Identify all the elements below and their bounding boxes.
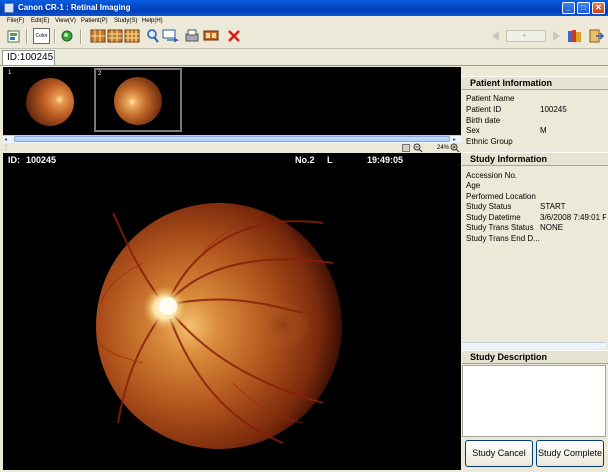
performed-location-label: Performed Location bbox=[466, 192, 536, 201]
layout-grid-1-icon[interactable] bbox=[90, 28, 106, 44]
layout-grid-3-icon[interactable] bbox=[124, 28, 140, 44]
study-cancel-button[interactable]: Study Cancel bbox=[465, 440, 533, 467]
study-datetime-label: Study Datetime bbox=[466, 213, 521, 222]
books-icon[interactable] bbox=[567, 28, 583, 44]
capture-icon[interactable] bbox=[59, 28, 75, 44]
zoom-bar bbox=[3, 143, 461, 153]
tab-divider bbox=[0, 65, 608, 66]
export-icon[interactable] bbox=[203, 28, 219, 44]
patient-id-label: Patient ID bbox=[466, 105, 502, 114]
zoom-level: 24% bbox=[437, 145, 450, 151]
study-trans-status-label: Study Trans Status bbox=[466, 223, 534, 232]
thumbnail-number: 2 bbox=[98, 71, 102, 77]
accession-no-value bbox=[540, 171, 606, 181]
study-complete-button[interactable]: Study Complete bbox=[536, 440, 604, 467]
scroll-left-icon[interactable]: ◂ bbox=[4, 136, 7, 143]
viewer-image-number: No.2 bbox=[295, 155, 315, 165]
ethnic-group-label: Ethnic Group bbox=[466, 137, 513, 146]
study-trans-end-label: Study Trans End D... bbox=[466, 234, 540, 243]
toolbar-separator bbox=[26, 29, 28, 44]
close-window-button[interactable]: ✕ bbox=[592, 2, 605, 14]
age-label: Age bbox=[466, 181, 481, 190]
study-datetime-value: 3/6/2008 7:49:01 P bbox=[540, 213, 606, 222]
viewer-capture-time: 19:49:05 bbox=[367, 155, 404, 165]
viewer-eye-side: L bbox=[327, 155, 333, 165]
window-title: Canon CR-1 : Retinal Imaging bbox=[18, 3, 131, 12]
menu-patient[interactable]: Patient(P) bbox=[81, 16, 108, 27]
image-viewer[interactable] bbox=[3, 153, 461, 470]
exit-icon[interactable] bbox=[588, 28, 605, 44]
thumbnail-scrollbar-thumb[interactable] bbox=[14, 136, 450, 142]
performed-location-value bbox=[540, 192, 606, 202]
patient-name-value bbox=[540, 94, 606, 104]
transfer-icon[interactable] bbox=[162, 28, 180, 44]
sex-value: M bbox=[540, 126, 547, 135]
study-trans-end-value bbox=[540, 234, 606, 244]
scroll-right-icon[interactable]: ▸ bbox=[453, 136, 456, 143]
minimize-button[interactable]: _ bbox=[562, 2, 575, 14]
birth-date-value bbox=[540, 116, 606, 126]
new-study-icon[interactable] bbox=[6, 28, 22, 44]
ethnic-group-value bbox=[540, 137, 606, 147]
navigation-plus: + bbox=[522, 31, 527, 40]
maximize-button[interactable]: □ bbox=[577, 2, 590, 14]
patient-name-label: Patient Name bbox=[466, 94, 515, 103]
accession-no-label: Accession No. bbox=[466, 171, 518, 180]
study-description-heading: Study Description bbox=[462, 350, 608, 364]
tab-patient-id[interactable]: ID:100245 bbox=[2, 50, 55, 66]
study-description-field[interactable] bbox=[462, 365, 606, 437]
fundus-thumbnail-image bbox=[114, 77, 162, 125]
print-icon[interactable] bbox=[184, 28, 200, 44]
drag-handle-icon[interactable]: ⋮ bbox=[3, 144, 9, 151]
magnifier-icon[interactable] bbox=[145, 28, 161, 44]
thumbnail-1[interactable]: 1 bbox=[5, 68, 93, 132]
layout-grid-2-icon[interactable] bbox=[107, 28, 123, 44]
study-trans-status-value: NONE bbox=[540, 223, 564, 232]
fit-window-icon[interactable] bbox=[402, 144, 410, 152]
study-info-heading: Study Information bbox=[462, 152, 608, 166]
info-panel-scrollbar[interactable] bbox=[462, 342, 606, 349]
menu-study[interactable]: Study(S) bbox=[114, 16, 137, 27]
menu-file[interactable]: File(F) bbox=[7, 16, 24, 27]
menu-view[interactable]: View(V) bbox=[55, 16, 76, 27]
fundus-thumbnail-image bbox=[26, 78, 74, 126]
thumbnail-number: 1 bbox=[8, 70, 12, 76]
menu-help[interactable]: Help(H) bbox=[142, 16, 163, 27]
app-icon bbox=[4, 3, 14, 13]
previous-arrow-icon[interactable] bbox=[488, 28, 504, 44]
study-status-value: START bbox=[540, 202, 566, 211]
menu-edit[interactable]: Edit(E) bbox=[31, 16, 49, 27]
fundus-image bbox=[96, 203, 342, 449]
next-arrow-icon[interactable] bbox=[548, 28, 564, 44]
study-status-label: Study Status bbox=[466, 202, 512, 211]
sex-label: Sex bbox=[466, 126, 480, 135]
birth-date-label: Birth date bbox=[466, 116, 501, 125]
patient-info-heading: Patient Information bbox=[462, 76, 608, 90]
viewer-id-value: 100245 bbox=[26, 155, 57, 165]
delete-icon[interactable] bbox=[226, 28, 242, 44]
thumbnail-2-selected[interactable]: 2 bbox=[94, 68, 182, 132]
patient-id-value: 100245 bbox=[540, 105, 567, 114]
toolbar-separator bbox=[54, 29, 56, 44]
toolbar-separator bbox=[80, 29, 82, 44]
color-button[interactable]: Color bbox=[33, 28, 50, 44]
age-value bbox=[540, 181, 606, 191]
viewer-id-label: ID: bbox=[8, 155, 20, 165]
